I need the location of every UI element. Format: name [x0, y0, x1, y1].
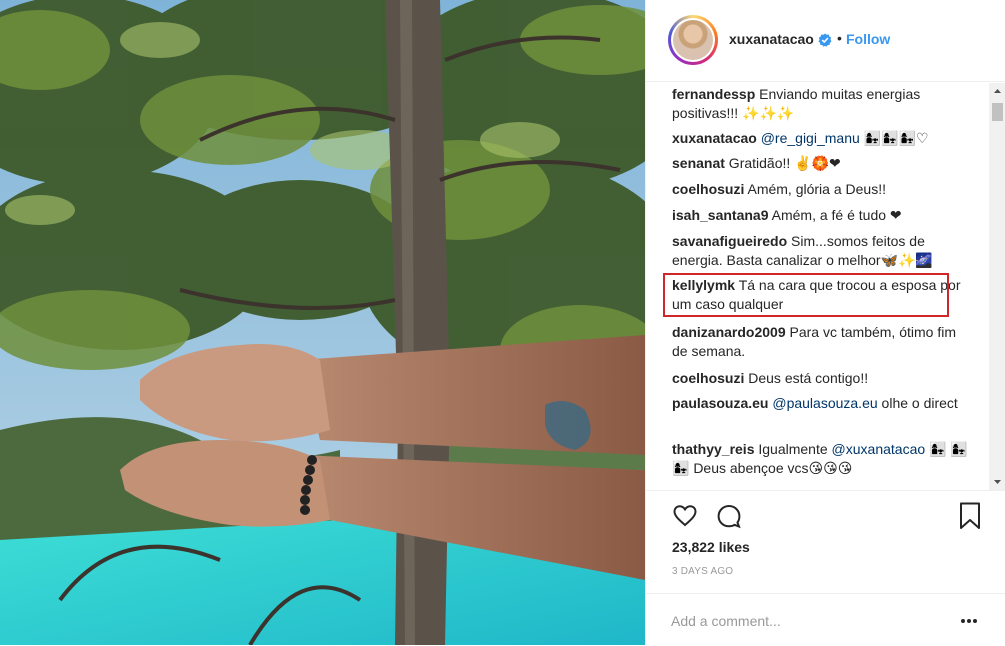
- list-item: senanat Gratidão!! ✌️🏵️❤: [672, 154, 972, 173]
- comment-text: Gratidão!! ✌️🏵️❤: [724, 155, 841, 171]
- post-sidebar: xuxanatacao • Follow fernandessp Enviand…: [645, 0, 1005, 645]
- list-item: danizanardo2009 Para vc também, ótimo fi…: [672, 323, 972, 361]
- comment-mention[interactable]: @xuxanatacao: [828, 441, 926, 457]
- comment-username[interactable]: isah_santana9: [672, 207, 769, 223]
- verified-badge-icon: [818, 33, 832, 47]
- list-item: isah_santana9 Amém, a fé é tudo ❤: [672, 206, 972, 225]
- add-comment-bar: [646, 593, 1005, 646]
- post-actions: 23,822 likes 3 DAYS AGO: [646, 490, 1005, 645]
- heart-icon[interactable]: [672, 503, 698, 529]
- comment-username[interactable]: senanat: [672, 155, 725, 171]
- photo-illustration: [0, 0, 645, 645]
- comment-username[interactable]: danizanardo2009: [672, 324, 786, 340]
- list-item: savanafigueiredo Sim...somos feitos de e…: [672, 232, 972, 270]
- comment-icon[interactable]: [716, 503, 742, 529]
- post-photo[interactable]: [0, 0, 645, 645]
- comment-username[interactable]: xuxanatacao: [672, 130, 757, 146]
- scroll-up-icon[interactable]: [989, 83, 1005, 100]
- list-item: thathyy_reis Igualmente @xuxanatacao 👩‍👧…: [672, 440, 972, 478]
- comment-mention[interactable]: @re_gigi_manu: [757, 130, 860, 146]
- comment-text: Amém, a fé é tudo ❤: [768, 207, 902, 223]
- likes-count[interactable]: 23,822 likes: [672, 539, 750, 555]
- bookmark-icon[interactable]: [959, 502, 981, 530]
- post-header: xuxanatacao • Follow: [646, 0, 1005, 82]
- avatar-photo: [671, 18, 715, 62]
- comment-text: olhe o direct: [877, 395, 958, 411]
- comment-text: Amém, glória a Deus!!: [744, 181, 886, 197]
- list-item: fernandessp Enviando muitas energias pos…: [672, 85, 972, 123]
- list-item: xuxanatacao @re_gigi_manu 👩‍👧👩‍👧👩‍👧♡: [672, 129, 972, 148]
- comment-username[interactable]: savanafigueiredo: [672, 233, 787, 249]
- comment-username[interactable]: coelhosuzi: [672, 370, 744, 386]
- follow-button[interactable]: Follow: [846, 31, 890, 47]
- list-item: coelhosuzi Deus está contigo!!: [672, 369, 972, 388]
- comments-scrollbar[interactable]: [989, 83, 1005, 490]
- avatar[interactable]: [668, 15, 718, 65]
- comment-mention[interactable]: @paulasouza.eu: [768, 395, 877, 411]
- comments-list[interactable]: fernandessp Enviando muitas energias pos…: [646, 83, 1005, 490]
- list-item: paulasouza.eu @paulasouza.eu olhe o dire…: [672, 394, 972, 413]
- comment-text: Igualmente: [754, 441, 828, 457]
- comment-username[interactable]: paulasouza.eu: [672, 395, 768, 411]
- scroll-down-icon[interactable]: [989, 473, 1005, 490]
- separator-dot: •: [837, 30, 842, 46]
- highlight-box: [663, 273, 949, 317]
- post-timestamp[interactable]: 3 DAYS AGO: [672, 566, 733, 577]
- comment-username[interactable]: thathyy_reis: [672, 441, 754, 457]
- comment-text: Deus está contigo!!: [744, 370, 869, 386]
- more-options-icon[interactable]: [960, 618, 978, 624]
- author-username[interactable]: xuxanatacao: [729, 31, 814, 47]
- comment-username[interactable]: fernandessp: [672, 86, 755, 102]
- scroll-thumb[interactable]: [992, 103, 1003, 121]
- add-comment-input[interactable]: [671, 612, 931, 630]
- comment-username[interactable]: coelhosuzi: [672, 181, 744, 197]
- list-item: coelhosuzi Amém, glória a Deus!!: [672, 180, 972, 199]
- comment-text: 👩‍👧👩‍👧👩‍👧♡: [859, 130, 929, 146]
